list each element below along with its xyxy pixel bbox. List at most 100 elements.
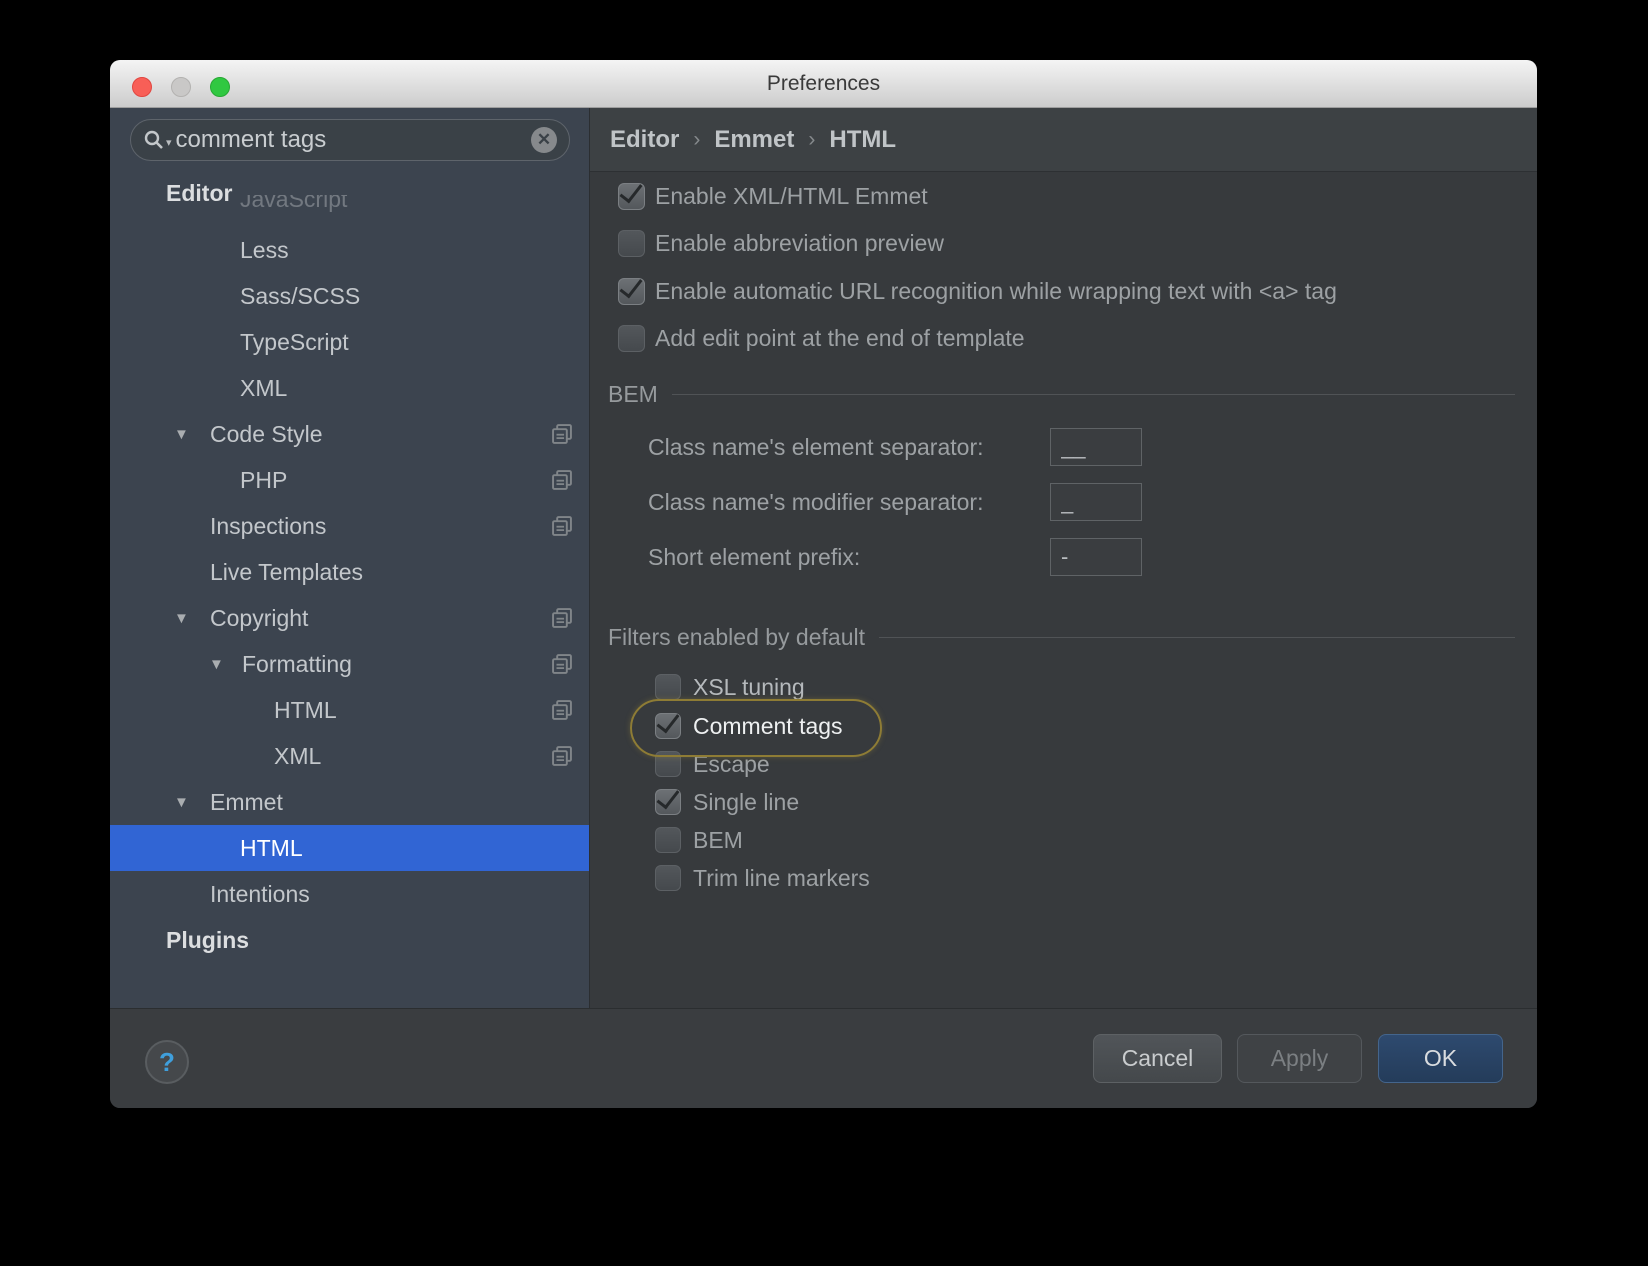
filter-single-line[interactable]: Single line [655, 783, 799, 821]
checkbox-icon[interactable] [618, 182, 645, 210]
sidebar-item-label: Less [240, 236, 289, 263]
sidebar-item-code-style[interactable]: ▼ Code Style [110, 411, 589, 457]
option-url-recognition[interactable]: Enable automatic URL recognition while w… [618, 267, 1337, 315]
field-label: Class name's element separator: [648, 433, 984, 460]
breadcrumb-editor[interactable]: Editor [610, 126, 679, 154]
breadcrumb-separator-icon: › [693, 127, 701, 151]
copy-settings-icon [551, 469, 573, 491]
modifier-separator-input[interactable] [1050, 483, 1142, 521]
sidebar-item-editor[interactable]: Editor [110, 170, 589, 216]
option-label: Enable automatic URL recognition while w… [655, 277, 1337, 304]
checkbox-icon[interactable] [618, 324, 645, 352]
settings-search-field[interactable]: ▾ ✕ [130, 119, 570, 161]
copy-settings-icon [551, 699, 573, 721]
sidebar-item-label: Emmet [210, 788, 283, 815]
group-divider [879, 636, 1515, 638]
short-prefix-input[interactable] [1050, 538, 1142, 576]
sidebar-item-label: Sass/SCSS [240, 282, 361, 309]
checkbox-icon[interactable] [655, 713, 681, 739]
sidebar-item-copyright[interactable]: ▼ Copyright [110, 595, 589, 641]
element-separator-input[interactable] [1050, 428, 1142, 466]
window-title: Preferences [766, 72, 881, 95]
sidebar-item-label: XML [240, 374, 288, 401]
copy-settings-icon [551, 607, 573, 629]
chevron-down-icon[interactable]: ▼ [209, 656, 242, 673]
copy-settings-icon [551, 745, 573, 767]
checkbox-icon[interactable] [655, 751, 681, 777]
help-icon[interactable]: ? [145, 1040, 189, 1084]
option-label: Add edit point at the end of template [655, 324, 1025, 351]
cancel-button[interactable]: Cancel [1093, 1034, 1222, 1083]
option-enable-emmet[interactable]: Enable XML/HTML Emmet [618, 172, 928, 220]
sidebar-item-label: XML [274, 742, 322, 769]
sidebar-item-plugins[interactable]: Plugins [110, 917, 589, 963]
sidebar-item-php[interactable]: PHP [110, 457, 589, 503]
sidebar-item-inspections[interactable]: Inspections [110, 503, 589, 549]
group-title: BEM [608, 380, 658, 407]
settings-tree: Less Sass/SCSS TypeScript XML ▼ Code Sty… [110, 227, 589, 963]
sidebar-item-less[interactable]: Less [110, 227, 589, 273]
checkbox-icon[interactable] [655, 865, 681, 891]
field-modifier-separator: Class name's modifier separator: [648, 483, 1142, 521]
breadcrumb: Editor › Emmet › HTML [590, 108, 1537, 172]
sidebar-item-intentions[interactable]: Intentions [110, 871, 589, 917]
field-label: Class name's modifier separator: [648, 488, 984, 515]
sidebar-item-formatting-html[interactable]: HTML [110, 687, 589, 733]
checkbox-icon[interactable] [618, 229, 645, 257]
checkbox-icon[interactable] [655, 674, 681, 700]
checkbox-icon[interactable] [618, 277, 645, 305]
sidebar-item-live-templates[interactable]: Live Templates [110, 549, 589, 595]
sidebar-item-formatting[interactable]: ▼ Formatting [110, 641, 589, 687]
copy-settings-icon [551, 515, 573, 537]
apply-button[interactable]: Apply [1237, 1034, 1362, 1083]
checkbox-icon[interactable] [655, 827, 681, 853]
sidebar-item-label: Formatting [242, 650, 352, 677]
settings-sidebar: ▾ ✕ Editor JavaScript Less Sass/SCSS Typ… [110, 108, 590, 1008]
sidebar-item-label: Code Style [210, 420, 323, 447]
filter-label: Escape [693, 750, 770, 777]
sidebar-item-emmet-html-selected[interactable]: HTML [110, 825, 589, 871]
sidebar-item-label: HTML [240, 834, 303, 861]
sidebar-item-typescript[interactable]: TypeScript [110, 319, 589, 365]
filter-bem[interactable]: BEM [655, 821, 743, 859]
sidebar-item-formatting-xml[interactable]: XML [110, 733, 589, 779]
sidebar-item-label: Inspections [210, 512, 327, 539]
option-abbreviation-preview[interactable]: Enable abbreviation preview [618, 219, 944, 267]
ok-button[interactable]: OK [1378, 1034, 1503, 1083]
chevron-down-icon[interactable]: ▼ [174, 610, 210, 627]
search-options-caret-icon[interactable]: ▾ [166, 136, 172, 149]
option-label: Enable abbreviation preview [655, 229, 944, 256]
clear-search-icon[interactable]: ✕ [531, 127, 557, 153]
preferences-window: Preferences ▾ ✕ Editor JavaScript Less S… [110, 60, 1537, 1108]
filter-trim-line-markers[interactable]: Trim line markers [655, 859, 870, 897]
checkbox-icon[interactable] [655, 789, 681, 815]
sidebar-item-label: Live Templates [210, 558, 363, 585]
search-input[interactable] [175, 126, 531, 154]
filters-group-header: Filters enabled by default [608, 621, 1515, 653]
sidebar-item-xml[interactable]: XML [110, 365, 589, 411]
sidebar-item-label: Plugins [166, 926, 250, 953]
group-title: Filters enabled by default [608, 623, 865, 650]
breadcrumb-separator-icon: › [808, 127, 816, 151]
filter-label: Trim line markers [693, 864, 870, 891]
option-edit-point[interactable]: Add edit point at the end of template [618, 314, 1025, 362]
filter-label: Single line [693, 788, 800, 815]
filter-xsl-tuning[interactable]: XSL tuning [655, 668, 805, 706]
sidebar-item-label: Editor [166, 179, 233, 206]
sidebar-item-label: HTML [274, 696, 337, 723]
field-element-separator: Class name's element separator: [648, 428, 1142, 466]
dialog-footer: ? Cancel Apply OK [110, 1008, 1537, 1108]
filter-label: BEM [693, 826, 743, 853]
filter-comment-tags[interactable]: Comment tags [655, 707, 843, 745]
sidebar-item-emmet[interactable]: ▼ Emmet [110, 779, 589, 825]
sidebar-item-sass-scss[interactable]: Sass/SCSS [110, 273, 589, 319]
sidebar-item-label: Intentions [210, 880, 310, 907]
chevron-down-icon[interactable]: ▼ [174, 426, 210, 443]
sidebar-item-label: Copyright [210, 604, 309, 631]
search-icon [144, 130, 163, 149]
sidebar-item-label: PHP [240, 466, 288, 493]
breadcrumb-emmet[interactable]: Emmet [714, 126, 794, 154]
title-bar[interactable]: Preferences [110, 60, 1537, 108]
chevron-down-icon[interactable]: ▼ [174, 794, 210, 811]
filter-escape[interactable]: Escape [655, 745, 770, 783]
